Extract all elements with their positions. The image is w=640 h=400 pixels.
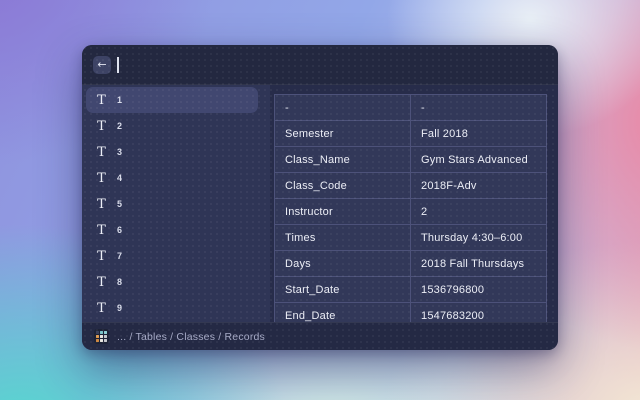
field-value-cell[interactable]: Thursday 4:30–6:00 [411, 225, 547, 251]
text-type-icon: T [95, 94, 108, 107]
table-row: Days 2018 Fall Thursdays [275, 251, 547, 277]
field-value-cell[interactable]: 1536796800 [411, 277, 547, 303]
field-name-cell[interactable]: Days [275, 251, 411, 277]
record-list-item[interactable]: T 7 [82, 243, 270, 269]
app-window: ← T 1 T 2 T 3 T 4 T 5 [82, 45, 558, 350]
record-number: 9 [117, 303, 122, 313]
field-name-cell[interactable]: Instructor [275, 199, 411, 225]
field-name-cell[interactable]: Class_Name [275, 147, 411, 173]
field-value-cell[interactable]: Fall 2018 [411, 121, 547, 147]
text-type-icon: T [95, 250, 108, 263]
text-type-icon: T [95, 198, 108, 211]
record-number: 4 [117, 173, 122, 183]
back-arrow-icon: ← [97, 58, 106, 71]
field-name-cell[interactable]: - [275, 95, 411, 121]
record-list-item[interactable]: T 9 [82, 295, 270, 321]
app-grid-icon[interactable] [94, 329, 109, 344]
record-number: 8 [117, 277, 122, 287]
text-type-icon: T [95, 302, 108, 315]
record-list-item[interactable]: T 3 [82, 139, 270, 165]
record-number: 2 [117, 121, 122, 131]
record-number: 1 [117, 95, 122, 105]
table-row: Class_Code 2018F-Adv [275, 173, 547, 199]
status-bar: ... / Tables / Classes / Records [82, 322, 558, 350]
record-number: 7 [117, 251, 122, 261]
record-number: 3 [117, 147, 122, 157]
text-type-icon: T [95, 276, 108, 289]
text-caret [117, 57, 119, 73]
table-row: Class_Name Gym Stars Advanced [275, 147, 547, 173]
field-value-cell[interactable]: 2 [411, 199, 547, 225]
record-list-item[interactable]: T 2 [82, 113, 270, 139]
table-row: Times Thursday 4:30–6:00 [275, 225, 547, 251]
field-value-cell[interactable]: 2018F-Adv [411, 173, 547, 199]
table-row: Start_Date 1536796800 [275, 277, 547, 303]
record-list-item[interactable]: T 5 [82, 191, 270, 217]
text-type-icon: T [95, 146, 108, 159]
table-header-row: - - [275, 95, 547, 121]
record-list-item[interactable]: T 4 [82, 165, 270, 191]
window-body: T 1 T 2 T 3 T 4 T 5 T 6 [82, 85, 558, 322]
field-name-cell[interactable]: Times [275, 225, 411, 251]
back-button[interactable]: ← [93, 56, 111, 74]
breadcrumb[interactable]: ... / Tables / Classes / Records [117, 331, 265, 343]
record-list-item[interactable]: T 8 [82, 269, 270, 295]
table-row: End_Date 1547683200 [275, 303, 547, 323]
record-list-item[interactable]: T 6 [82, 217, 270, 243]
field-value-cell[interactable]: - [411, 95, 547, 121]
record-number: 6 [117, 225, 122, 235]
field-value-cell[interactable]: 2018 Fall Thursdays [411, 251, 547, 277]
record-list-item[interactable]: T 1 [86, 87, 258, 113]
field-name-cell[interactable]: Start_Date [275, 277, 411, 303]
desktop-background: { "topbar": { "back_icon": "←" }, "sideb… [0, 0, 640, 400]
field-name-cell[interactable]: Class_Code [275, 173, 411, 199]
window-topbar: ← [82, 45, 558, 85]
table-row: Instructor 2 [275, 199, 547, 225]
text-type-icon: T [95, 224, 108, 237]
field-name-cell[interactable]: End_Date [275, 303, 411, 323]
field-value-cell[interactable]: Gym Stars Advanced [411, 147, 547, 173]
records-sidebar: T 1 T 2 T 3 T 4 T 5 T 6 [82, 85, 270, 322]
record-number: 5 [117, 199, 122, 209]
field-name-cell[interactable]: Semester [275, 121, 411, 147]
text-type-icon: T [95, 120, 108, 133]
record-fields-table: - - Semester Fall 2018 Class_Name Gym St… [274, 94, 547, 322]
field-value-cell[interactable]: 1547683200 [411, 303, 547, 323]
text-type-icon: T [95, 172, 108, 185]
table-row: Semester Fall 2018 [275, 121, 547, 147]
record-detail-panel: - - Semester Fall 2018 Class_Name Gym St… [270, 85, 558, 322]
